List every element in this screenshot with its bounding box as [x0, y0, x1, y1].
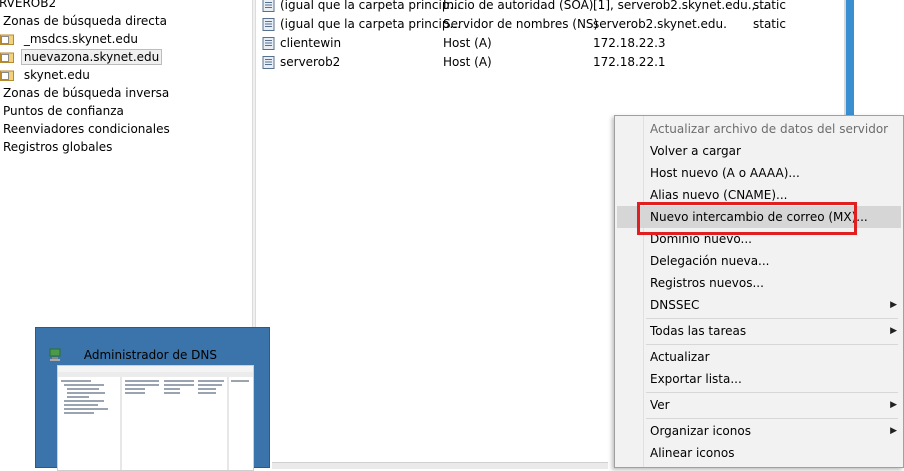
menu-item-new-delegation[interactable]: Delegación nueva... [617, 250, 901, 272]
tree-item-trust-points[interactable]: Puntos de confianza [0, 102, 127, 120]
thumbnail-header: Administrador de DNS [48, 344, 217, 366]
table-row[interactable]: serverob2 Host (A) 172.18.22.1 [256, 53, 844, 72]
action-pane-edge [846, 0, 854, 120]
folder-zone-icon [0, 52, 14, 63]
menu-item-reload[interactable]: Volver a cargar [617, 140, 901, 162]
table-row[interactable]: clientewin Host (A) 172.18.22.3 [256, 34, 844, 53]
tree-item-skynet-zone[interactable]: skynet.edu [0, 66, 93, 84]
tree-item-conditional-forwarders[interactable]: Reenviadores condicionales [0, 120, 173, 138]
folder-zone-icon [0, 70, 14, 81]
tree-item-reverse-lookup-zones[interactable]: Zonas de búsqueda inversa [0, 84, 172, 102]
record-type: Host (A) [443, 55, 492, 69]
menu-item-dnssec[interactable]: DNSSEC ▶ [617, 294, 901, 316]
taskbar-thumbnail[interactable]: Administrador de DNS [35, 327, 270, 471]
menu-separator [646, 344, 898, 345]
menu-item-new-domain[interactable]: Dominio nuevo... [617, 228, 901, 250]
tree-item-label: Zonas de búsqueda inversa [3, 86, 170, 100]
menu-item-export-list[interactable]: Exportar lista... [617, 368, 901, 390]
menu-item-new-mail-exchanger[interactable]: Nuevo intercambio de correo (MX)... [617, 206, 901, 228]
record-data: serverob2.skynet.edu. [593, 17, 727, 31]
tree-item-forward-lookup-zones[interactable]: Zonas de búsqueda directa [0, 12, 170, 30]
menu-separator [646, 418, 898, 419]
menu-separator [646, 318, 898, 319]
context-menu: Actualizar archivo de datos del servidor… [614, 115, 904, 468]
tree-item-msdcs-zone[interactable]: _msdcs.skynet.edu [0, 30, 141, 48]
record-name: clientewin [280, 36, 342, 50]
record-type: Servidor de nombres (NS) [443, 17, 599, 31]
menu-item-arrange-icons[interactable]: Organizar iconos ▶ [617, 420, 901, 442]
menu-item-view[interactable]: Ver ▶ [617, 394, 901, 416]
record-icon [262, 0, 275, 12]
record-icon [262, 56, 275, 69]
dns-manager-icon [49, 348, 61, 361]
record-data: 172.18.22.1 [593, 55, 666, 69]
tree-item-label: nuevazona.skynet.edu [20, 49, 163, 65]
menu-separator [646, 392, 898, 393]
record-type: Host (A) [443, 36, 492, 50]
thumbnail-preview-graphic [58, 366, 253, 470]
menu-item-all-tasks[interactable]: Todas las tareas ▶ [617, 320, 901, 342]
tree-item-label: _msdcs.skynet.edu [23, 32, 139, 46]
record-timestamp: static [753, 17, 786, 31]
tree-item-server[interactable]: RVEROB2 [0, 0, 59, 12]
menu-item-update-server-data-file: Actualizar archivo de datos del servidor [650, 122, 889, 136]
record-name: (igual que la carpeta princip... [280, 17, 461, 31]
tree-item-label: Puntos de confianza [3, 104, 124, 118]
menu-item-refresh[interactable]: Actualizar [617, 346, 901, 368]
record-name: serverob2 [280, 55, 341, 69]
record-name: (igual que la carpeta princip... [280, 0, 461, 12]
record-icon [262, 18, 275, 31]
thumbnail-title: Administrador de DNS [83, 348, 218, 362]
tree-item-nuevazona-zone[interactable]: nuevazona.skynet.edu [0, 48, 163, 66]
tree-item-label: Reenviadores condicionales [3, 122, 170, 136]
record-data: [1], serverob2.skynet.edu.,... [593, 0, 767, 12]
submenu-arrow-icon: ▶ [890, 300, 897, 310]
record-timestamp: static [753, 0, 786, 12]
menu-item-new-records[interactable]: Registros nuevos... [617, 272, 901, 294]
tree-item-label: skynet.edu [23, 68, 90, 82]
table-row[interactable]: (igual que la carpeta princip... Servido… [256, 15, 844, 34]
tree-item-label: Zonas de búsqueda directa [3, 14, 167, 28]
menu-item-line-up-icons[interactable]: Alinear iconos [617, 442, 901, 464]
submenu-arrow-icon: ▶ [890, 426, 897, 436]
table-row[interactable]: (igual que la carpeta princip... Inicio … [256, 0, 844, 15]
submenu-arrow-icon: ▶ [890, 400, 897, 410]
folder-zone-icon [0, 34, 14, 45]
record-icon [262, 37, 275, 50]
menu-item-new-alias[interactable]: Alias nuevo (CNAME)... [617, 184, 901, 206]
menu-item-new-host[interactable]: Host nuevo (A o AAAA)... [617, 162, 901, 184]
thumbnail-window-preview [57, 365, 254, 471]
tree-item-label: Registros globales [3, 140, 113, 154]
submenu-arrow-icon: ▶ [890, 326, 897, 336]
record-type: Inicio de autoridad (SOA) [443, 0, 594, 12]
tree-item-global-logs[interactable]: Registros globales [0, 138, 115, 156]
record-data: 172.18.22.3 [593, 36, 666, 50]
tree-item-label: RVEROB2 [0, 0, 57, 10]
